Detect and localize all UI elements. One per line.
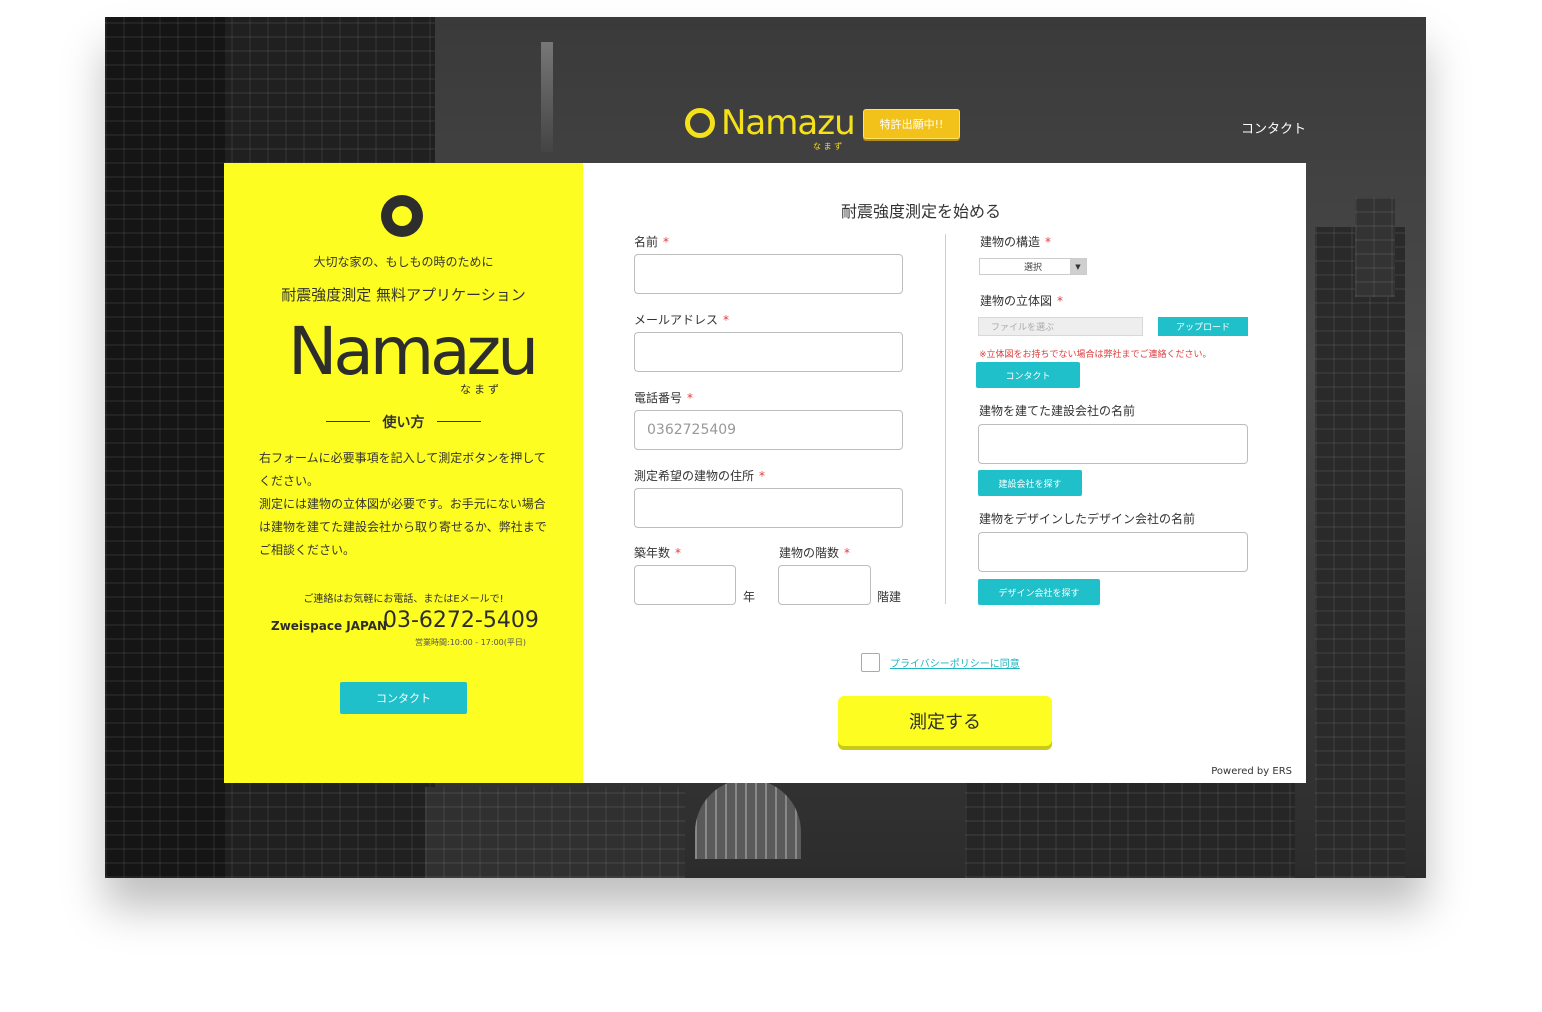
powered-by: Powered by ERS (1211, 766, 1292, 777)
age-input[interactable] (634, 565, 736, 605)
phone-label: 電話番号 * (634, 389, 693, 406)
drawing-contact-button[interactable]: コンタクト (976, 362, 1080, 388)
phone-label-text: 電話番号 (634, 391, 683, 405)
find-designer-button[interactable]: デザイン会社を探す (978, 579, 1100, 605)
find-builder-button[interactable]: 建設会社を探す (978, 470, 1082, 496)
address-input[interactable] (634, 488, 903, 528)
structure-label: 建物の構造 * (980, 233, 1051, 250)
howto-title: 使い方 (224, 412, 583, 432)
drawing-label: 建物の立体図 * (980, 292, 1063, 309)
upload-button[interactable]: アップロード (1158, 317, 1248, 336)
company-name: Zweispace JAPAN (271, 619, 388, 633)
privacy-agreement: プライバシーポリシーに同意 (861, 653, 1020, 672)
namazu-logo-icon (381, 195, 423, 237)
structure-label-text: 建物の構造 (980, 235, 1041, 249)
required-mark: * (687, 391, 694, 405)
phone-number: 03-6272-5409 (383, 608, 539, 633)
header-logo[interactable]: Namazu な ま ず (685, 103, 856, 151)
structure-select[interactable]: 選択 ▼ (979, 258, 1087, 275)
background-tower (541, 42, 553, 152)
email-input[interactable] (634, 332, 903, 372)
howto-text-2: 測定には建物の立体図が必要です。お手元にない場合は建物を建てた建設会社から取り寄… (259, 497, 547, 557)
info-panel: 大切な家の、もしもの時のために 耐震強度測定 無料アプリケーション Namazu… (224, 163, 583, 783)
floors-label: 建物の階数 * (779, 544, 850, 561)
background-building (425, 787, 685, 878)
howto-text: 右フォームに必要事項を記入して測定ボタンを押してください。 測定には建物の立体図… (259, 447, 549, 562)
main-card: 大切な家の、もしもの時のために 耐震強度測定 無料アプリケーション Namazu… (224, 163, 1306, 783)
required-mark: * (723, 313, 730, 327)
background-building (105, 17, 225, 878)
required-mark: * (844, 546, 851, 560)
panel-logo-word: Namazu (288, 313, 539, 390)
file-chooser[interactable]: ファイルを選ぶ (978, 317, 1143, 336)
drawing-note: ※立体図をお持ちでない場合は弊社までご連絡ください。 (979, 350, 1212, 360)
phone-placeholder: 0362725409 (647, 422, 737, 438)
required-mark: * (759, 469, 766, 483)
contact-note: ご連絡はお気軽にお電話、またはEメールで! (303, 594, 504, 605)
designer-input[interactable] (978, 532, 1248, 572)
floors-unit: 階建 (877, 590, 902, 604)
panel-contact-button[interactable]: コンタクト (340, 682, 467, 714)
header-contact-link[interactable]: コンタクト (1241, 118, 1306, 137)
address-label: 測定希望の建物の住所 * (634, 467, 765, 484)
builder-label: 建物を建てた建設会社の名前 (979, 404, 1136, 418)
business-hours: 営業時間:10:00 - 17:00(平日) (415, 638, 527, 647)
app-window: Namazu な ま ず 特許出願中!! コンタクト 大切な家の、もしもの時のた… (105, 17, 1426, 878)
submit-button[interactable]: 測定する (838, 696, 1052, 746)
required-mark: * (1057, 294, 1064, 308)
age-unit: 年 (743, 590, 756, 604)
background-building (1355, 197, 1395, 297)
background-dome (695, 779, 801, 859)
header-logo-sub: な ま ず (813, 142, 843, 151)
chevron-down-icon: ▼ (1070, 259, 1086, 274)
required-mark: * (675, 546, 682, 560)
builder-input[interactable] (978, 424, 1248, 464)
header-logo-word: Namazu (721, 103, 856, 143)
designer-label: 建物をデザインしたデザイン会社の名前 (979, 512, 1196, 526)
patent-badge: 特許出願中!! (863, 109, 960, 139)
tagline-1: 大切な家の、もしもの時のために (313, 255, 494, 269)
floors-input[interactable] (778, 565, 871, 605)
name-label: 名前 * (634, 233, 669, 250)
name-label-text: 名前 (634, 235, 659, 249)
drawing-label-text: 建物の立体図 (980, 294, 1053, 308)
age-label-text: 築年数 (634, 546, 671, 560)
required-mark: * (1045, 235, 1052, 249)
floors-label-text: 建物の階数 (779, 546, 840, 560)
required-mark: * (663, 235, 670, 249)
age-label: 築年数 * (634, 544, 681, 561)
tagline-2: 耐震強度測定 無料アプリケーション (281, 286, 526, 304)
email-label: メールアドレス * (634, 311, 729, 328)
privacy-policy-link[interactable]: プライバシーポリシーに同意 (890, 655, 1020, 670)
namazu-logo-icon (685, 108, 715, 138)
privacy-checkbox[interactable] (861, 653, 880, 672)
column-divider (945, 234, 946, 604)
background-building (1315, 227, 1405, 878)
address-label-text: 測定希望の建物の住所 (634, 469, 755, 483)
panel-logo-kana: なまず (460, 383, 502, 396)
phone-input[interactable]: 0362725409 (634, 410, 903, 450)
structure-select-value: 選択 (1023, 263, 1042, 273)
form-title: 耐震強度測定を始める (841, 202, 1002, 221)
email-label-text: メールアドレス (634, 313, 719, 327)
howto-text-1: 右フォームに必要事項を記入して測定ボタンを押してください。 (259, 451, 546, 488)
background-building (965, 777, 1295, 878)
name-input[interactable] (634, 254, 903, 294)
